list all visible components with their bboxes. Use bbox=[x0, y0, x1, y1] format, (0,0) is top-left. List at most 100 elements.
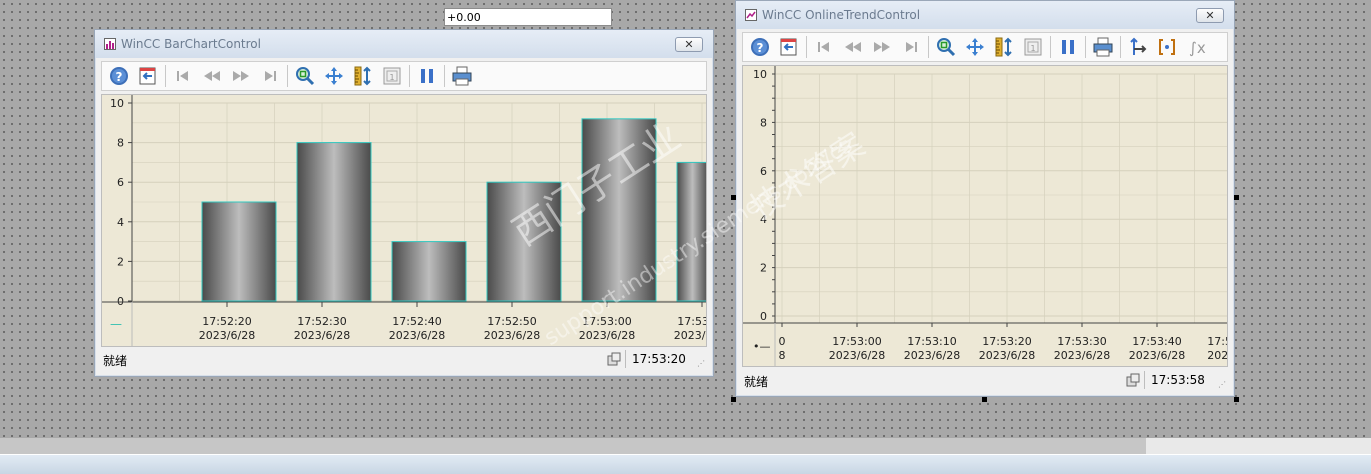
close-button[interactable]: ✕ bbox=[1196, 8, 1224, 23]
next-button[interactable] bbox=[230, 65, 252, 87]
pause-button[interactable] bbox=[416, 65, 438, 87]
last-button[interactable] bbox=[900, 36, 922, 58]
x-tick-time: 17:53:10 bbox=[907, 335, 956, 348]
io-field[interactable]: +0.00 bbox=[444, 8, 612, 26]
svg-text:?: ? bbox=[757, 41, 764, 55]
bar bbox=[201, 201, 277, 302]
toolbar-separator bbox=[1120, 36, 1121, 58]
zoom-button[interactable] bbox=[294, 65, 316, 87]
legend-symbol: — bbox=[110, 317, 122, 331]
pause-button[interactable] bbox=[1057, 36, 1079, 58]
next-button[interactable] bbox=[871, 36, 893, 58]
connection-icon bbox=[1126, 373, 1140, 387]
x-axis: 17:52:202023/6/2817:52:302023/6/2817:52:… bbox=[102, 301, 706, 346]
x-tick-date: 2023/6/2 bbox=[1207, 349, 1228, 362]
toolbar-separator bbox=[1050, 36, 1051, 58]
status-text: 就绪 bbox=[103, 354, 128, 368]
bar-chart-toolbar: ? 1 bbox=[101, 61, 707, 91]
config-icon bbox=[139, 67, 156, 85]
trend-chart-area: 0 2 4 6 8 10 0 8 17:53:00 2023/6/28 17:53:10 2023/… bbox=[742, 65, 1228, 367]
ruler-button[interactable] bbox=[993, 36, 1015, 58]
config-button[interactable] bbox=[137, 65, 159, 87]
move-button[interactable] bbox=[323, 65, 345, 87]
x-tick-time: 17:52:40 bbox=[392, 315, 441, 328]
bar bbox=[296, 142, 372, 302]
toolbar-separator bbox=[165, 65, 166, 87]
integral-button[interactable]: ∫x bbox=[1185, 36, 1207, 58]
config-button[interactable] bbox=[778, 36, 800, 58]
toolbar-separator bbox=[1085, 36, 1086, 58]
bar-chart-window: WinCC BarChartControl ✕ ? 1 0246810 17:5… bbox=[94, 29, 714, 377]
toolbar-separator bbox=[444, 65, 445, 87]
trend-app-icon bbox=[745, 9, 757, 21]
last-icon bbox=[906, 42, 917, 52]
y-tick-label: 8 bbox=[760, 116, 767, 129]
resize-grip[interactable]: ⋰ bbox=[697, 359, 705, 368]
prev-icon bbox=[204, 71, 220, 81]
previous-button[interactable] bbox=[842, 36, 864, 58]
bar bbox=[486, 181, 562, 302]
close-button[interactable]: ✕ bbox=[675, 37, 703, 52]
selection-handle[interactable] bbox=[982, 397, 987, 402]
y-tick-label: 10 bbox=[753, 68, 767, 81]
x-tick-time: 17:52:30 bbox=[297, 315, 346, 328]
stats-button[interactable]: 1 bbox=[1022, 36, 1044, 58]
move-button[interactable] bbox=[964, 36, 986, 58]
selection-handle[interactable] bbox=[731, 397, 736, 402]
bar bbox=[391, 241, 467, 302]
trend-titlebar[interactable]: WinCC OnlineTrendControl ✕ bbox=[736, 1, 1234, 29]
ruler-icon bbox=[995, 37, 1012, 57]
resize-grip[interactable]: ⋰ bbox=[1218, 380, 1226, 389]
y-tick-label: 8 bbox=[117, 137, 124, 150]
move-icon bbox=[966, 38, 984, 56]
next-icon bbox=[233, 71, 249, 81]
help-button[interactable]: ? bbox=[108, 65, 130, 87]
scrollbar-thumb[interactable] bbox=[0, 438, 1146, 454]
selection-handle[interactable] bbox=[1234, 195, 1239, 200]
bar-chart-titlebar[interactable]: WinCC BarChartControl ✕ bbox=[95, 30, 713, 58]
bar bbox=[676, 161, 706, 302]
bar-chart-area: 0246810 17:52:202023/6/2817:52:302023/6/… bbox=[101, 94, 707, 347]
axis-icon bbox=[1130, 37, 1147, 55]
chart-grid bbox=[775, 73, 1227, 323]
bracket-button[interactable] bbox=[1156, 36, 1178, 58]
horizontal-scrollbar[interactable] bbox=[0, 438, 1371, 454]
connection-icon bbox=[607, 352, 621, 366]
print-button[interactable] bbox=[1092, 36, 1114, 58]
svg-text:?: ? bbox=[116, 70, 123, 84]
first-button[interactable] bbox=[172, 65, 194, 87]
x-axis: 0817:53:002023/6/2817:53:102023/6/2817:5… bbox=[743, 322, 1228, 366]
move-icon bbox=[325, 67, 343, 85]
print-button[interactable] bbox=[451, 65, 473, 87]
status-time: 17:53:58 bbox=[1144, 371, 1223, 389]
previous-button[interactable] bbox=[201, 65, 223, 87]
y-tick-label: 4 bbox=[117, 216, 124, 229]
x-tick-time: 17:53:30 bbox=[1057, 335, 1106, 348]
help-button[interactable]: ? bbox=[749, 36, 771, 58]
x-tick-date: 2023/6/28 bbox=[829, 349, 885, 362]
ruler-button[interactable] bbox=[352, 65, 374, 87]
selection-handle[interactable] bbox=[1234, 397, 1239, 402]
ruler-icon bbox=[354, 66, 371, 86]
x-tick-time: 17:53:40 bbox=[1132, 335, 1181, 348]
status-time: 17:53:20 bbox=[625, 350, 704, 368]
x-tick-date: 2023/6/28 bbox=[389, 329, 445, 342]
bar-chart-svg: 0246810 17:52:202023/6/2817:52:302023/6/… bbox=[102, 95, 706, 346]
first-button[interactable] bbox=[813, 36, 835, 58]
bar-chart-app-icon bbox=[104, 38, 116, 50]
zoom-button[interactable] bbox=[935, 36, 957, 58]
bar bbox=[581, 118, 657, 302]
status-bar: 就绪 17:53:20 ⋰ bbox=[101, 349, 707, 369]
stats-button[interactable]: 1 bbox=[381, 65, 403, 87]
x-tick-date: 2023/6/28 bbox=[294, 329, 350, 342]
x-tick-time: 17:53:50 bbox=[1207, 335, 1228, 348]
toolbar-separator bbox=[409, 65, 410, 87]
x-tick-date: 2023/6/28 bbox=[579, 329, 635, 342]
axis-button[interactable] bbox=[1127, 36, 1149, 58]
toolbar-separator bbox=[806, 36, 807, 58]
selection-handle[interactable] bbox=[731, 195, 736, 200]
last-button[interactable] bbox=[259, 65, 281, 87]
x-tick-time: 0 bbox=[779, 335, 786, 348]
x-tick-time: 17:52:20 bbox=[202, 315, 251, 328]
x-tick-date: 2023/6/28 bbox=[1129, 349, 1185, 362]
